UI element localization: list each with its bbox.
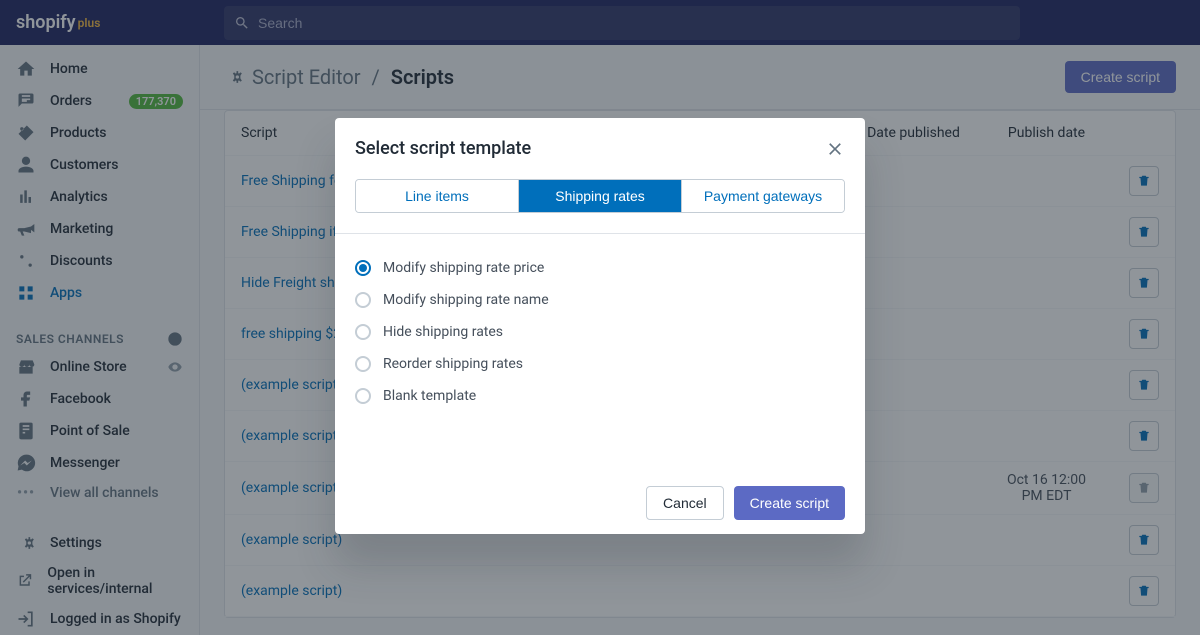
radio-icon [355, 356, 371, 372]
option-label: Modify shipping rate price [383, 260, 544, 276]
option-label: Blank template [383, 388, 476, 404]
modal-tabs: Line itemsShipping ratesPayment gateways [355, 179, 845, 213]
tab-shipping-rates[interactable]: Shipping rates [518, 180, 681, 212]
confirm-create-button[interactable]: Create script [734, 486, 845, 520]
tab-line-items[interactable]: Line items [356, 180, 518, 212]
script-template-modal: Select script template Line itemsShippin… [335, 118, 865, 534]
close-icon[interactable] [825, 139, 845, 159]
template-option[interactable]: Reorder shipping rates [355, 348, 845, 380]
radio-icon [355, 260, 371, 276]
option-label: Modify shipping rate name [383, 292, 549, 308]
radio-icon [355, 292, 371, 308]
modal-title: Select script template [355, 138, 531, 159]
radio-icon [355, 324, 371, 340]
modal-header: Select script template [335, 118, 865, 179]
template-option[interactable]: Modify shipping rate price [355, 252, 845, 284]
cancel-button[interactable]: Cancel [646, 486, 724, 520]
modal-overlay[interactable]: Select script template Line itemsShippin… [0, 0, 1200, 635]
modal-footer: Cancel Create script [335, 472, 865, 534]
template-option[interactable]: Blank template [355, 380, 845, 412]
modal-tabs-wrap: Line itemsShipping ratesPayment gateways [335, 179, 865, 234]
template-option[interactable]: Modify shipping rate name [355, 284, 845, 316]
option-label: Hide shipping rates [383, 324, 503, 340]
template-options: Modify shipping rate price Modify shippin… [335, 234, 865, 472]
tab-payment-gateways[interactable]: Payment gateways [681, 180, 844, 212]
template-option[interactable]: Hide shipping rates [355, 316, 845, 348]
option-label: Reorder shipping rates [383, 356, 523, 372]
radio-icon [355, 388, 371, 404]
